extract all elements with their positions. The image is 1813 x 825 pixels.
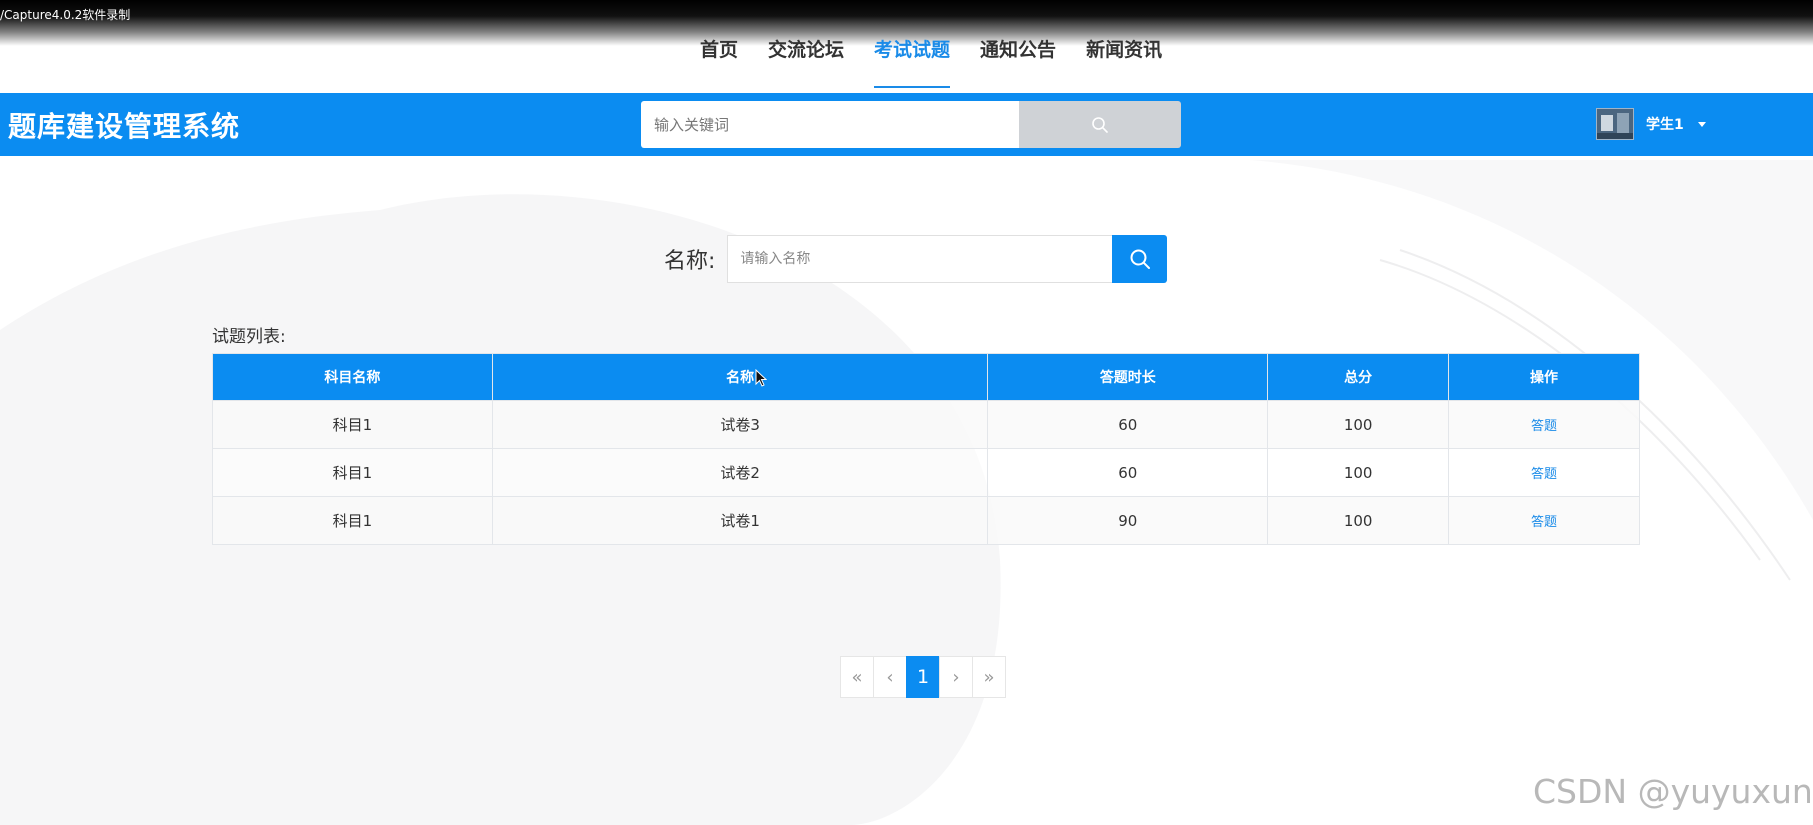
cell-name: 试卷2 [491,448,989,497]
list-caption: 试题列表: [212,327,286,347]
cell-action: 答题 [1448,496,1640,545]
recorder-label: /Capture4.0.2软件录制 [0,8,131,22]
cell-subject: 科目1 [212,400,493,449]
cell-total: 100 [1267,496,1450,545]
cell-duration: 60 [987,400,1269,449]
cell-duration: 90 [987,496,1269,545]
nav-item-news[interactable]: 新闻资讯 [1086,36,1162,88]
cell-name: 试卷3 [491,400,989,449]
cell-action: 答题 [1448,448,1640,497]
cell-subject: 科目1 [212,448,493,497]
nav-item-forum[interactable]: 交流论坛 [768,36,844,88]
nav-item-notice[interactable]: 通知公告 [980,36,1056,88]
table-header-row: 科目名称 名称 答题时长 总分 操作 [212,353,1640,401]
column-header: 答题时长 [987,353,1269,401]
column-header: 总分 [1267,353,1450,401]
chevron-down-icon[interactable] [1697,121,1706,127]
name-filter-input[interactable] [727,235,1113,283]
page-prev-button[interactable]: ‹ [873,656,907,698]
nav-item-home[interactable]: 首页 [700,36,738,88]
site-title: 题库建设管理系统 [8,110,241,143]
column-header: 科目名称 [212,353,493,401]
column-header: 操作 [1448,353,1640,401]
avatar[interactable] [1596,108,1634,140]
answer-link[interactable]: 答题 [1531,515,1557,530]
cell-duration: 60 [987,448,1269,497]
answer-link[interactable]: 答题 [1531,467,1557,482]
table-row: 科目1 试卷1 90 100 答题 [212,496,1640,545]
site-header: 题库建设管理系统 学生1 [0,93,1813,156]
name-filter-label: 名称: [664,249,716,274]
search-icon [1130,249,1150,269]
name-filter: 名称: [664,235,1168,283]
cell-subject: 科目1 [212,496,493,545]
column-header: 名称 [491,353,989,401]
answer-link[interactable]: 答题 [1531,419,1557,434]
top-nav: 首页 交流论坛 考试试题 通知公告 新闻资讯 [700,36,1192,88]
table-row: 科目1 试卷2 60 100 答题 [212,448,1640,497]
username[interactable]: 学生1 [1646,114,1684,134]
nav-item-exam[interactable]: 考试试题 [874,36,951,88]
cell-total: 100 [1267,448,1450,497]
cell-total: 100 [1267,400,1450,449]
cell-name: 试卷1 [491,496,989,545]
cell-action: 答题 [1448,400,1640,449]
pagination: « ‹ 1 › » [840,656,1006,698]
table-row: 科目1 试卷3 60 100 答题 [212,400,1640,449]
page-number-current[interactable]: 1 [906,656,940,698]
watermark: CSDN @yuyuxun1 [1533,772,1813,811]
mouse-cursor-icon [755,369,767,387]
paper-table: 科目名称 名称 答题时长 总分 操作 科目1 试卷3 60 100 答题 科目1… [212,353,1640,545]
page-last-button[interactable]: » [972,656,1006,698]
name-filter-search-button[interactable] [1112,235,1168,283]
header-search [641,101,1181,148]
user-menu[interactable]: 学生1 [1596,99,1706,149]
header-search-button[interactable] [1019,101,1181,148]
page-next-button[interactable]: › [939,656,973,698]
header-search-input[interactable] [641,101,1019,148]
search-icon [1092,116,1108,133]
page-first-button[interactable]: « [840,656,874,698]
